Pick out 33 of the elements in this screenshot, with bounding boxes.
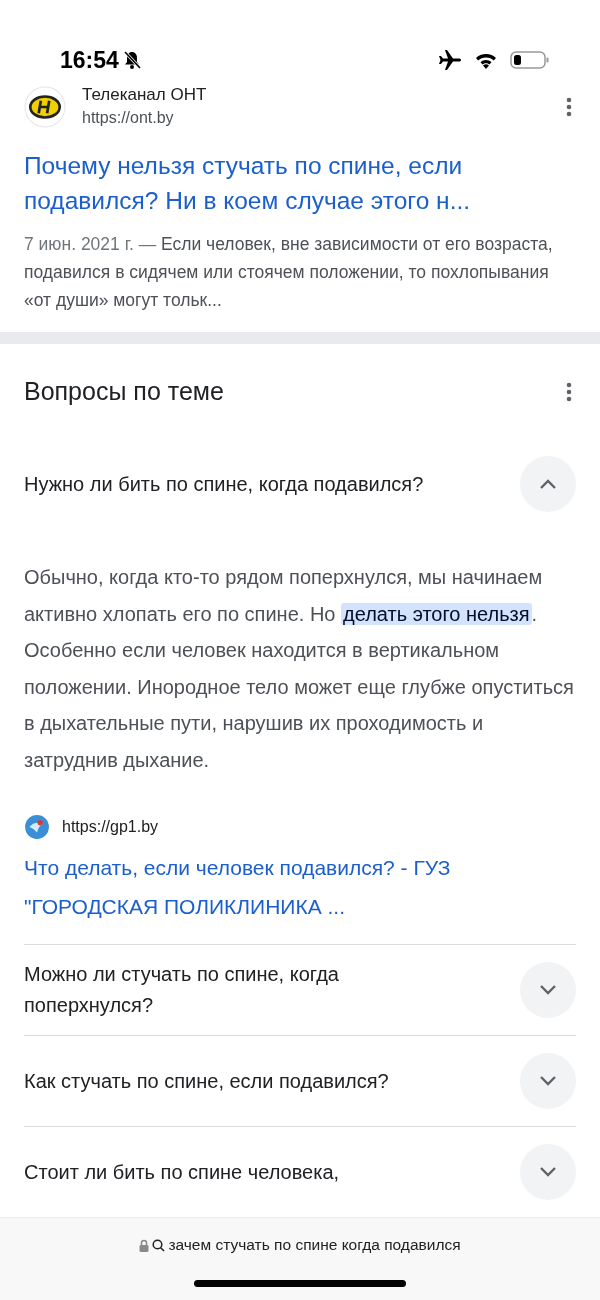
section-heading: Вопросы по теме: [24, 377, 224, 406]
search-query: зачем стучать по спине когда подавился: [168, 1236, 461, 1254]
collapse-button[interactable]: [520, 456, 576, 512]
source-name: Телеканал ОНТ: [82, 85, 208, 105]
chevron-down-icon: [538, 1075, 558, 1087]
battery-icon: [510, 50, 550, 70]
expand-button[interactable]: [520, 1144, 576, 1200]
source-url[interactable]: https://ont.by: [82, 107, 566, 129]
clock-time: 16:54: [60, 46, 119, 74]
search-icon: [152, 1238, 166, 1252]
source-title-link[interactable]: Что делать, если человек подавился? - ГУЗ "ГОРОДСКАЯ ПОЛИКЛИНИКА ...: [24, 848, 576, 926]
chevron-down-icon: [538, 1166, 558, 1178]
question-text[interactable]: Нужно ли бить по спине, когда подавился?: [24, 468, 424, 500]
chevron-down-icon: [538, 984, 558, 996]
muted-bell-icon: [121, 50, 142, 70]
address-bar[interactable]: зачем стучать по спине когда подавился: [0, 1217, 600, 1300]
answer-text: Обычно, когда кто-то рядом поперхнулся, мы начинаем активно хлопать его по спине. Но делать этого нельзя. Особенно если человек находится в вертикальном положении. Инородное тело может еще глубже опуститься в дыхательные пути, нарушив их проходимость и затруднив дыхание.: [24, 565, 575, 773]
result-snippet: 7 июн. 2021 г. — Если человек, вне зависимости от его возраста, подавился в сидячем или стоячем положении, то похлопывания «от души» могут тольк...: [24, 233, 554, 312]
result-title-link[interactable]: Почему нельзя стучать по спине, если подавился? Ни в коем случае этого н...: [24, 148, 576, 218]
chevron-up-icon: [538, 478, 558, 490]
more-options-icon[interactable]: [566, 97, 572, 117]
expand-button[interactable]: [520, 962, 576, 1018]
lock-icon: [139, 1238, 150, 1252]
question-text[interactable]: Можно ли стучать по спине, когда поперхнулся?: [24, 959, 424, 1021]
question-text[interactable]: Как стучать по спине, если подавился?: [24, 1065, 389, 1097]
source-url[interactable]: https://gp1.by: [62, 818, 159, 836]
airplane-icon: [438, 49, 462, 71]
expand-button[interactable]: [520, 1053, 576, 1109]
more-options-icon[interactable]: [566, 381, 572, 402]
home-indicator[interactable]: [194, 1280, 406, 1287]
globe-logo-icon: [24, 814, 50, 840]
question-text[interactable]: Стоит ли бить по спине человека,: [24, 1156, 340, 1188]
channel-logo-icon: [24, 86, 66, 128]
